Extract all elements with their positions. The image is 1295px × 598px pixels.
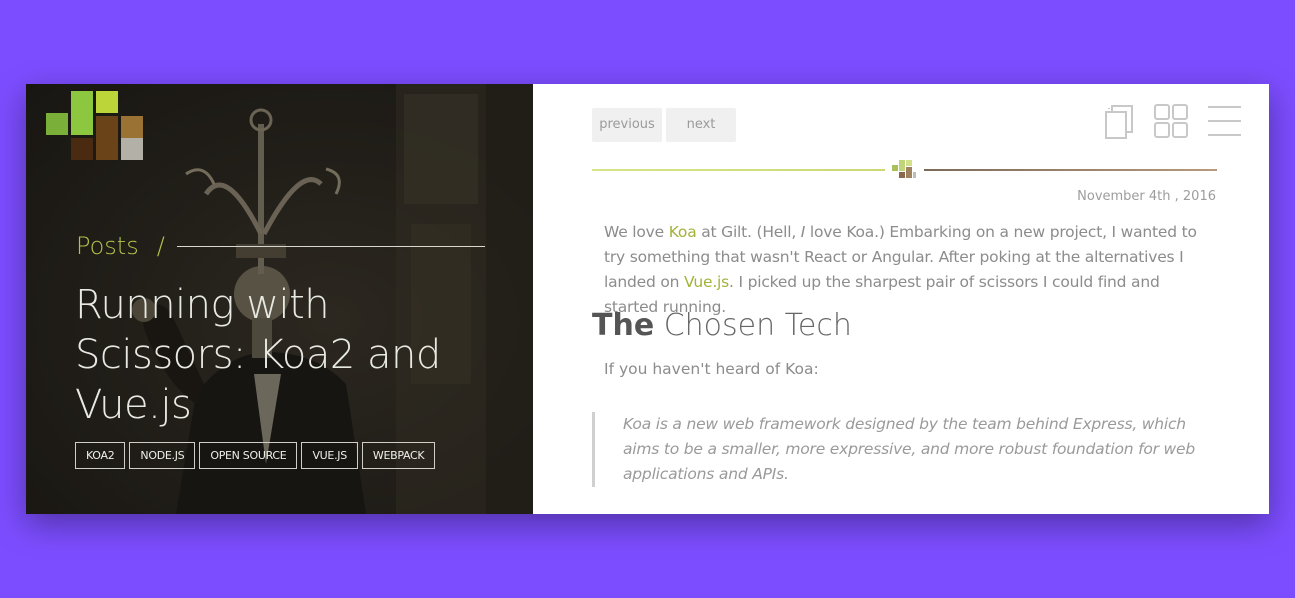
copy-icon[interactable] <box>1104 104 1136 140</box>
section-paragraph: If you haven't heard of Koa: <box>604 360 819 378</box>
breadcrumb-posts-link[interactable]: Posts <box>76 232 139 260</box>
tag-nodejs[interactable]: NODE.JS <box>129 442 196 469</box>
post-title: Running with Scissors: Koa2 and Vue.js <box>75 282 441 428</box>
post-date: November 4th , 2016 <box>1077 189 1216 204</box>
tag-webpack[interactable]: WEBPACK <box>361 442 436 469</box>
breadcrumb: Posts / <box>76 232 485 260</box>
tag-open-source[interactable]: OPEN SOURCE <box>199 442 298 469</box>
article-panel: previous next November 4th , 2016 We lov… <box>533 84 1269 514</box>
section-heading: The Chosen Tech <box>592 308 852 343</box>
blockquote: Koa is a new web framework designed by t… <box>592 412 1198 487</box>
vuejs-link[interactable]: Vue.js <box>684 273 729 291</box>
header-divider <box>592 160 1217 182</box>
intro-paragraph: We love Koa at Gilt. (Hell, I love Koa.)… <box>604 223 1197 316</box>
mini-logo-icon <box>892 160 916 180</box>
hero-panel: Posts / Running with Scissors: Koa2 and … <box>26 84 533 514</box>
menu-icon[interactable] <box>1208 104 1242 138</box>
breadcrumb-separator: / <box>156 232 165 260</box>
site-logo[interactable] <box>46 91 146 163</box>
koa-link[interactable]: Koa <box>669 223 697 241</box>
tag-list: KOA2 NODE.JS OPEN SOURCE VUE.JS WEBPACK <box>75 442 436 469</box>
tag-koa2[interactable]: KOA2 <box>75 442 126 469</box>
page-window: Posts / Running with Scissors: Koa2 and … <box>26 84 1269 514</box>
next-button[interactable]: next <box>666 108 736 142</box>
breadcrumb-rule <box>176 245 485 247</box>
previous-button[interactable]: previous <box>592 108 662 142</box>
grid-icon[interactable] <box>1154 104 1188 138</box>
tag-vuejs[interactable]: VUE.JS <box>301 442 358 469</box>
